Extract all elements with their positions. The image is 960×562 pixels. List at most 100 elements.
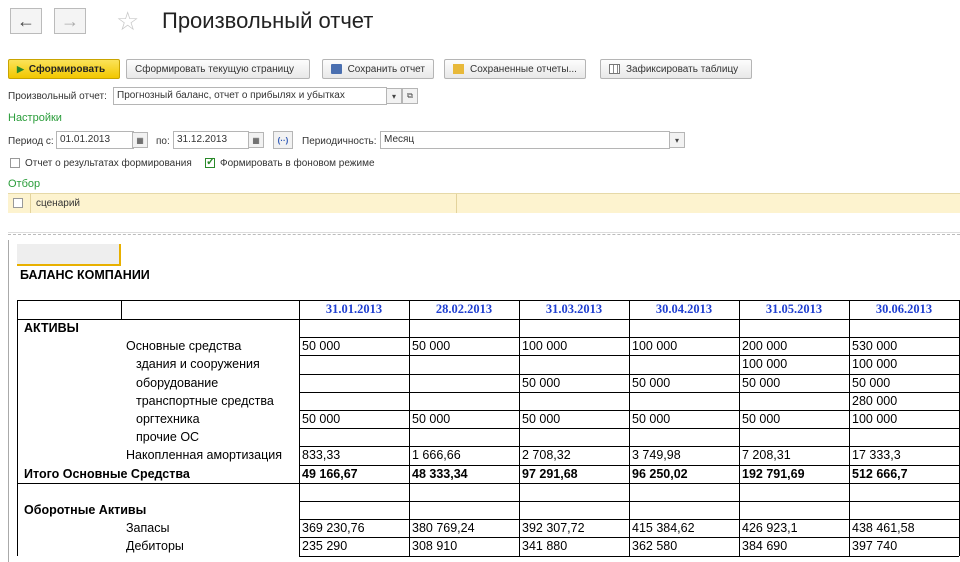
value-cell: 50 000 bbox=[412, 412, 451, 426]
row-label: Запасы bbox=[126, 521, 170, 535]
row-label: Основные средства bbox=[126, 339, 242, 353]
floppy-disk-icon bbox=[331, 64, 342, 74]
grid-line bbox=[17, 483, 959, 484]
generate-button[interactable]: ▶ Сформировать bbox=[8, 59, 120, 79]
period-select-button[interactable]: (··) bbox=[273, 131, 293, 149]
open-icon: ⧉ bbox=[407, 91, 413, 100]
selected-cell[interactable] bbox=[17, 244, 121, 266]
row-label: транспортные средства bbox=[136, 394, 274, 408]
periodicity-field[interactable]: Месяц bbox=[380, 131, 670, 149]
period-to-calendar-button[interactable]: ▦ bbox=[248, 132, 264, 148]
value-cell: 415 384,62 bbox=[632, 521, 695, 535]
value-cell: 100 000 bbox=[742, 357, 788, 371]
value-cell: 100 000 bbox=[632, 339, 678, 353]
calendar-icon: ▦ bbox=[252, 135, 260, 145]
row-label: Дебиторы bbox=[126, 539, 184, 553]
date-header-6: 30.06.2013 bbox=[875, 302, 933, 316]
results-report-label: Отчет о результатах формирования bbox=[25, 158, 192, 169]
table-icon bbox=[609, 64, 620, 74]
value-cell: 100 000 bbox=[852, 357, 898, 371]
filter-column-divider bbox=[30, 194, 31, 213]
filter-heading: Отбор bbox=[8, 178, 41, 190]
filter-scenario-label: сценарий bbox=[36, 198, 80, 209]
filter-column-divider bbox=[456, 194, 457, 213]
periodicity-label: Периодичность: bbox=[302, 136, 377, 147]
value-cell: 50 000 bbox=[522, 412, 561, 426]
row-label: Итого Основные Средства bbox=[24, 467, 190, 481]
value-cell: 192 791,69 bbox=[742, 467, 805, 481]
value-cell: 50 000 bbox=[412, 339, 451, 353]
period-from-field[interactable]: 01.01.2013 bbox=[56, 131, 134, 149]
value-cell: 384 690 bbox=[742, 539, 788, 553]
splitter[interactable] bbox=[8, 234, 960, 235]
page-title: Произвольный отчет bbox=[162, 8, 374, 33]
period-to-label: по: bbox=[156, 136, 170, 147]
background-mode-checkbox[interactable]: ✓ bbox=[205, 156, 216, 168]
value-cell: 438 461,58 bbox=[852, 521, 915, 535]
period-from-label: Период с: bbox=[8, 136, 54, 147]
fix-table-button[interactable]: Зафиксировать таблицу bbox=[600, 59, 752, 79]
results-report-checkbox[interactable] bbox=[10, 158, 20, 168]
value-cell: 49 166,67 bbox=[302, 467, 358, 481]
period-icon: (··) bbox=[277, 135, 289, 145]
report-spreadsheet[interactable]: БАЛАНС КОМПАНИИ 31.01.2013 28.02.2013 31.0… bbox=[8, 240, 960, 562]
value-cell: 100 000 bbox=[522, 339, 568, 353]
row-label: АКТИВЫ bbox=[24, 321, 79, 335]
filter-row[interactable]: сценарий bbox=[8, 193, 960, 213]
value-cell: 392 307,72 bbox=[522, 521, 585, 535]
date-header-3: 31.03.2013 bbox=[545, 302, 603, 316]
value-cell: 96 250,02 bbox=[632, 467, 688, 481]
value-cell: 7 208,31 bbox=[742, 448, 791, 462]
back-button[interactable]: ← bbox=[10, 8, 42, 34]
value-cell: 833,33 bbox=[302, 448, 341, 462]
filter-scenario-checkbox[interactable] bbox=[13, 198, 23, 208]
period-to-field[interactable]: 31.12.2013 bbox=[173, 131, 249, 149]
grid-line bbox=[17, 300, 18, 556]
value-cell: 530 000 bbox=[852, 339, 898, 353]
period-from-calendar-button[interactable]: ▦ bbox=[132, 132, 148, 148]
value-cell: 100 000 bbox=[852, 412, 898, 426]
favorite-star-icon[interactable]: ☆ bbox=[116, 6, 139, 37]
report-dropdown-button[interactable]: ▾ bbox=[386, 88, 402, 104]
value-cell: 362 580 bbox=[632, 539, 678, 553]
settings-heading: Настройки bbox=[8, 112, 62, 124]
row-label: Оборотные Активы bbox=[24, 503, 147, 517]
row-label: оргтехника bbox=[136, 412, 200, 426]
report-select-label: Произвольный отчет: bbox=[8, 91, 107, 102]
row-label: здания и сооружения bbox=[136, 357, 260, 371]
value-cell: 48 333,34 bbox=[412, 467, 468, 481]
checkmark-icon: ✓ bbox=[206, 156, 216, 168]
value-cell: 1 666,66 bbox=[412, 448, 461, 462]
arrow-right-icon: → bbox=[61, 10, 79, 31]
periodicity-dropdown-button[interactable]: ▾ bbox=[669, 132, 685, 148]
date-header-4: 30.04.2013 bbox=[655, 302, 713, 316]
calendar-icon: ▦ bbox=[136, 135, 144, 145]
save-report-button[interactable]: Сохранить отчет bbox=[322, 59, 434, 79]
row-label: прочие ОС bbox=[136, 430, 200, 444]
value-cell: 235 290 bbox=[302, 539, 348, 553]
background-mode-label: Формировать в фоновом режиме bbox=[220, 158, 375, 169]
value-cell: 50 000 bbox=[852, 376, 891, 390]
saved-reports-button[interactable]: Сохраненные отчеты... bbox=[444, 59, 586, 79]
value-cell: 426 923,1 bbox=[742, 521, 798, 535]
value-cell: 369 230,76 bbox=[302, 521, 365, 535]
grid-line bbox=[17, 319, 959, 320]
folder-icon bbox=[453, 64, 464, 74]
value-cell: 341 880 bbox=[522, 539, 568, 553]
arrow-left-icon: ← bbox=[17, 10, 35, 31]
report-select-field[interactable]: Прогнозный баланс, отчет о прибылях и уб… bbox=[113, 87, 387, 105]
grid-line bbox=[299, 556, 959, 557]
value-cell: 200 000 bbox=[742, 339, 788, 353]
value-cell: 50 000 bbox=[742, 376, 781, 390]
value-cell: 50 000 bbox=[742, 412, 781, 426]
grid-line bbox=[121, 300, 122, 320]
chevron-down-icon: ▾ bbox=[391, 91, 396, 101]
forward-button[interactable]: → bbox=[54, 8, 86, 34]
generate-current-page-button[interactable]: Сформировать текущую страницу bbox=[126, 59, 310, 79]
filter-empty-row bbox=[8, 212, 960, 233]
date-header-5: 31.05.2013 bbox=[765, 302, 823, 316]
report-open-button[interactable]: ⧉ bbox=[402, 88, 418, 104]
value-cell: 308 910 bbox=[412, 539, 458, 553]
play-icon: ▶ bbox=[17, 63, 24, 74]
value-cell: 50 000 bbox=[522, 376, 561, 390]
